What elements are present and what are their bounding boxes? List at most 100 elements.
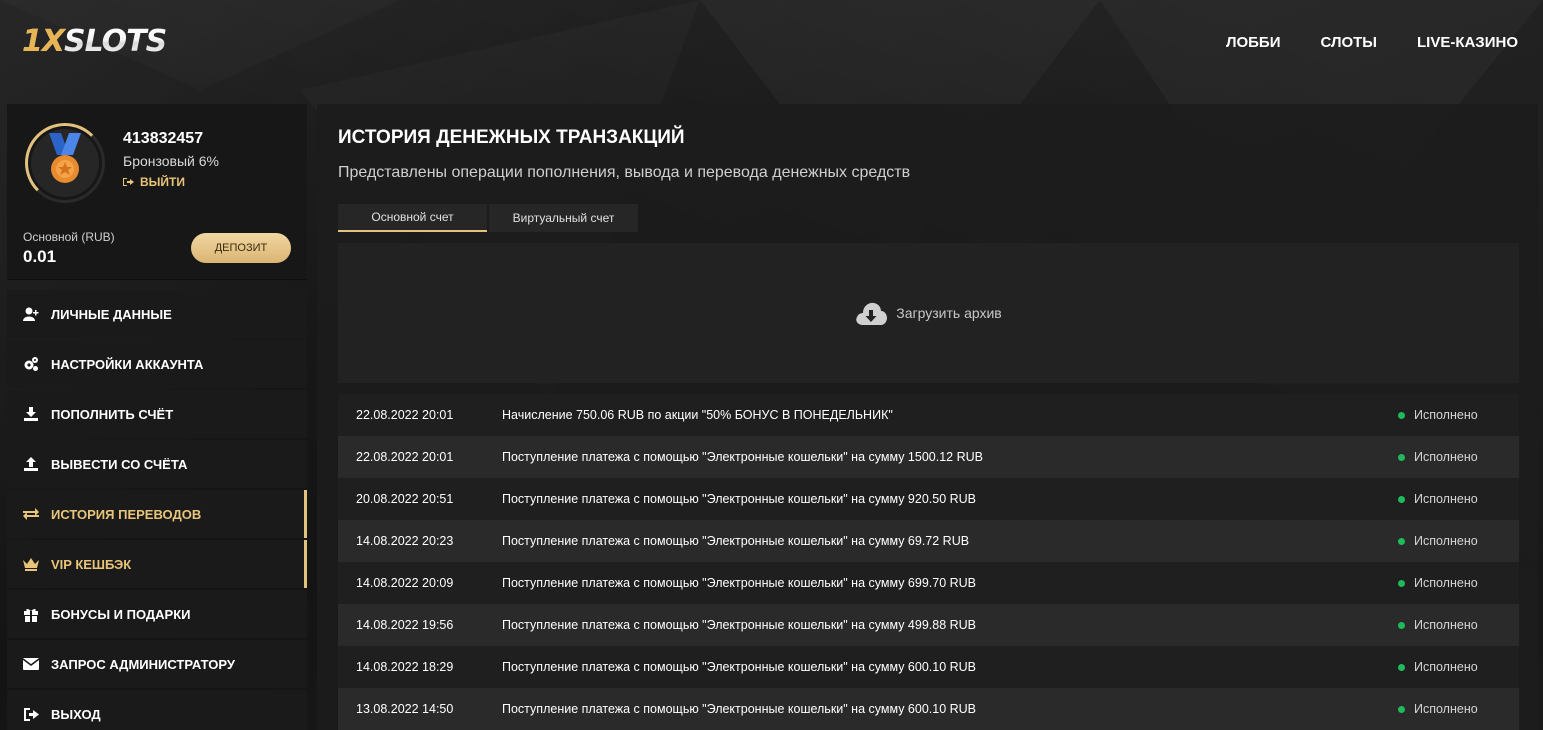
transaction-status-label: Исполнено — [1414, 576, 1478, 590]
transaction-status-label: Исполнено — [1414, 660, 1478, 674]
logout-small-icon — [123, 178, 134, 186]
profile-card: 413832457 Бронзовый 6% ВЫЙТИ Основной (R… — [7, 104, 307, 280]
user-plus-icon — [23, 306, 39, 322]
balance-value: 0.01 — [23, 247, 57, 266]
transaction-status: Исполнено — [1398, 660, 1519, 674]
table-row: 22.08.2022 20:01 Начисление 750.06 RUB по… — [338, 394, 1519, 436]
transaction-status: Исполнено — [1398, 450, 1519, 464]
table-row: 13.08.2022 14:50 Поступление платежа с по… — [338, 688, 1519, 730]
transfer-arrows-icon — [23, 506, 39, 522]
sidebar-item-admin-request[interactable]: ЗАПРОС АДМИНИСТРАТОРУ — [7, 640, 307, 688]
sidebar-item-label: ИСТОРИЯ ПЕРЕВОДОВ — [51, 506, 202, 522]
status-dot-icon — [1398, 495, 1405, 503]
top-header: 1XSLOTS ЛОББИ СЛОТЫ LIVE-КАЗИНО — [0, 0, 1543, 92]
nav-live-casino[interactable]: LIVE-КАЗИНО — [1417, 34, 1518, 51]
status-dot-icon — [1398, 705, 1405, 713]
transaction-status: Исполнено — [1398, 618, 1519, 632]
top-nav: ЛОББИ СЛОТЫ LIVE-КАЗИНО — [1226, 34, 1518, 51]
sidebar-item-exit[interactable]: ВЫХОД — [7, 690, 307, 730]
transaction-description: Начисление 750.06 RUB по акции "50% БОНУ… — [502, 408, 893, 422]
tab-virtual-account[interactable]: Виртуальный счет — [489, 204, 638, 232]
transaction-status-label: Исполнено — [1414, 534, 1478, 548]
transaction-description: Поступление платежа с помощью "Электронн… — [502, 702, 977, 716]
transaction-status: Исполнено — [1398, 534, 1519, 548]
status-dot-icon — [1398, 579, 1405, 587]
logout-link[interactable]: ВЫЙТИ — [123, 175, 185, 189]
table-row: 14.08.2022 19:56 Поступление платежа с по… — [338, 604, 1519, 646]
sidebar-item-withdraw[interactable]: ВЫВЕСТИ СО СЧЁТА — [7, 440, 307, 488]
status-dot-icon — [1398, 411, 1405, 419]
download-archive-label: Загрузить архив — [896, 305, 1002, 321]
table-row: 20.08.2022 20:51 Поступление платежа с по… — [338, 478, 1519, 520]
logout-icon — [23, 706, 39, 722]
site-logo[interactable]: 1XSLOTS — [22, 24, 166, 59]
transaction-date: 14.08.2022 18:29 — [356, 660, 454, 674]
transaction-date: 22.08.2022 20:01 — [356, 450, 454, 464]
transaction-status: Исполнено — [1398, 702, 1519, 716]
sidebar: 413832457 Бронзовый 6% ВЫЙТИ Основной (R… — [7, 104, 307, 730]
transaction-status-label: Исполнено — [1414, 492, 1478, 506]
upload-icon — [23, 456, 39, 472]
sidebar-item-personal-data[interactable]: ЛИЧНЫЕ ДАННЫЕ — [7, 290, 307, 338]
crown-icon — [23, 556, 39, 572]
sidebar-item-account-settings[interactable]: НАСТРОЙКИ АККАУНТА — [7, 340, 307, 388]
user-rank: Бронзовый 6% — [123, 153, 219, 169]
sidebar-item-deposit[interactable]: ПОПОЛНИТЬ СЧЁТ — [7, 390, 307, 438]
page-subtitle: Представлены операции пополнения, вывода… — [338, 164, 911, 181]
table-row: 14.08.2022 18:29 Поступление платежа с по… — [338, 646, 1519, 688]
transaction-status: Исполнено — [1398, 576, 1519, 590]
status-dot-icon — [1398, 621, 1405, 629]
sidebar-item-label: VIP КЕШБЭК — [51, 556, 132, 572]
transaction-description: Поступление платежа с помощью "Электронн… — [502, 534, 970, 548]
transaction-description: Поступление платежа с помощью "Электронн… — [502, 576, 977, 590]
avatar — [31, 129, 99, 197]
transaction-date: 14.08.2022 19:56 — [356, 618, 454, 632]
transaction-description: Поступление платежа с помощью "Электронн… — [502, 660, 977, 674]
transaction-date: 20.08.2022 20:51 — [356, 492, 454, 506]
sidebar-item-vip-cashback[interactable]: VIP КЕШБЭК — [7, 540, 307, 588]
bronze-medal-icon — [49, 133, 81, 183]
transaction-status: Исполнено — [1398, 492, 1519, 506]
sidebar-item-label: БОНУСЫ И ПОДАРКИ — [51, 606, 191, 622]
sidebar-item-bonuses[interactable]: БОНУСЫ И ПОДАРКИ — [7, 590, 307, 638]
transaction-status-label: Исполнено — [1414, 408, 1478, 422]
nav-lobby[interactable]: ЛОББИ — [1226, 34, 1281, 51]
sidebar-item-label: ЗАПРОС АДМИНИСТРАТОРУ — [51, 656, 235, 672]
transaction-status-label: Исполнено — [1414, 702, 1478, 716]
download-archive-button[interactable]: Загрузить архив — [338, 243, 1519, 383]
tab-main-account[interactable]: Основной счет — [338, 204, 487, 232]
balance-label: Основной (RUB) — [23, 230, 115, 244]
transaction-date: 14.08.2022 20:09 — [356, 576, 454, 590]
table-row: 14.08.2022 20:23 Поступление платежа с по… — [338, 520, 1519, 562]
nav-slots[interactable]: СЛОТЫ — [1320, 34, 1377, 51]
transaction-status-label: Исполнено — [1414, 618, 1478, 632]
table-row: 22.08.2022 20:01 Поступление платежа с по… — [338, 436, 1519, 478]
transaction-date: 13.08.2022 14:50 — [356, 702, 454, 716]
transaction-description: Поступление платежа с помощью "Электронн… — [502, 450, 983, 464]
sidebar-item-transfer-history[interactable]: ИСТОРИЯ ПЕРЕВОДОВ — [7, 490, 307, 538]
main-panel: ИСТОРИЯ ДЕНЕЖНЫХ ТРАНЗАКЦИЙ Представлены… — [317, 104, 1538, 730]
deposit-button[interactable]: ДЕПОЗИТ — [191, 233, 291, 263]
gears-icon — [23, 356, 39, 372]
status-dot-icon — [1398, 663, 1405, 671]
download-icon — [23, 406, 39, 422]
transactions-table: 22.08.2022 20:01 Начисление 750.06 RUB по… — [338, 394, 1519, 730]
sidebar-menu: ЛИЧНЫЕ ДАННЫЕ НАСТРОЙКИ АККАУНТА ПОПОЛНИ… — [7, 290, 307, 730]
logout-link-label: ВЫЙТИ — [140, 175, 185, 189]
transaction-description: Поступление платежа с помощью "Электронн… — [502, 618, 977, 632]
sidebar-item-label: ВЫХОД — [51, 706, 101, 722]
cloud-download-icon — [856, 302, 888, 325]
transaction-date: 14.08.2022 20:23 — [356, 534, 454, 548]
user-id: 413832457 — [123, 130, 204, 147]
transaction-date: 22.08.2022 20:01 — [356, 408, 454, 422]
sidebar-item-label: ВЫВЕСТИ СО СЧЁТА — [51, 456, 188, 472]
status-dot-icon — [1398, 537, 1405, 545]
page-title: ИСТОРИЯ ДЕНЕЖНЫХ ТРАНЗАКЦИЙ — [338, 127, 685, 148]
transaction-description: Поступление платежа с помощью "Электронн… — [502, 492, 977, 506]
gift-icon — [23, 606, 39, 622]
sidebar-item-label: ЛИЧНЫЕ ДАННЫЕ — [51, 306, 172, 322]
status-dot-icon — [1398, 453, 1405, 461]
account-tabs: Основной счет Виртуальный счет — [338, 204, 638, 232]
table-row: 14.08.2022 20:09 Поступление платежа с по… — [338, 562, 1519, 604]
envelope-icon — [23, 656, 39, 672]
